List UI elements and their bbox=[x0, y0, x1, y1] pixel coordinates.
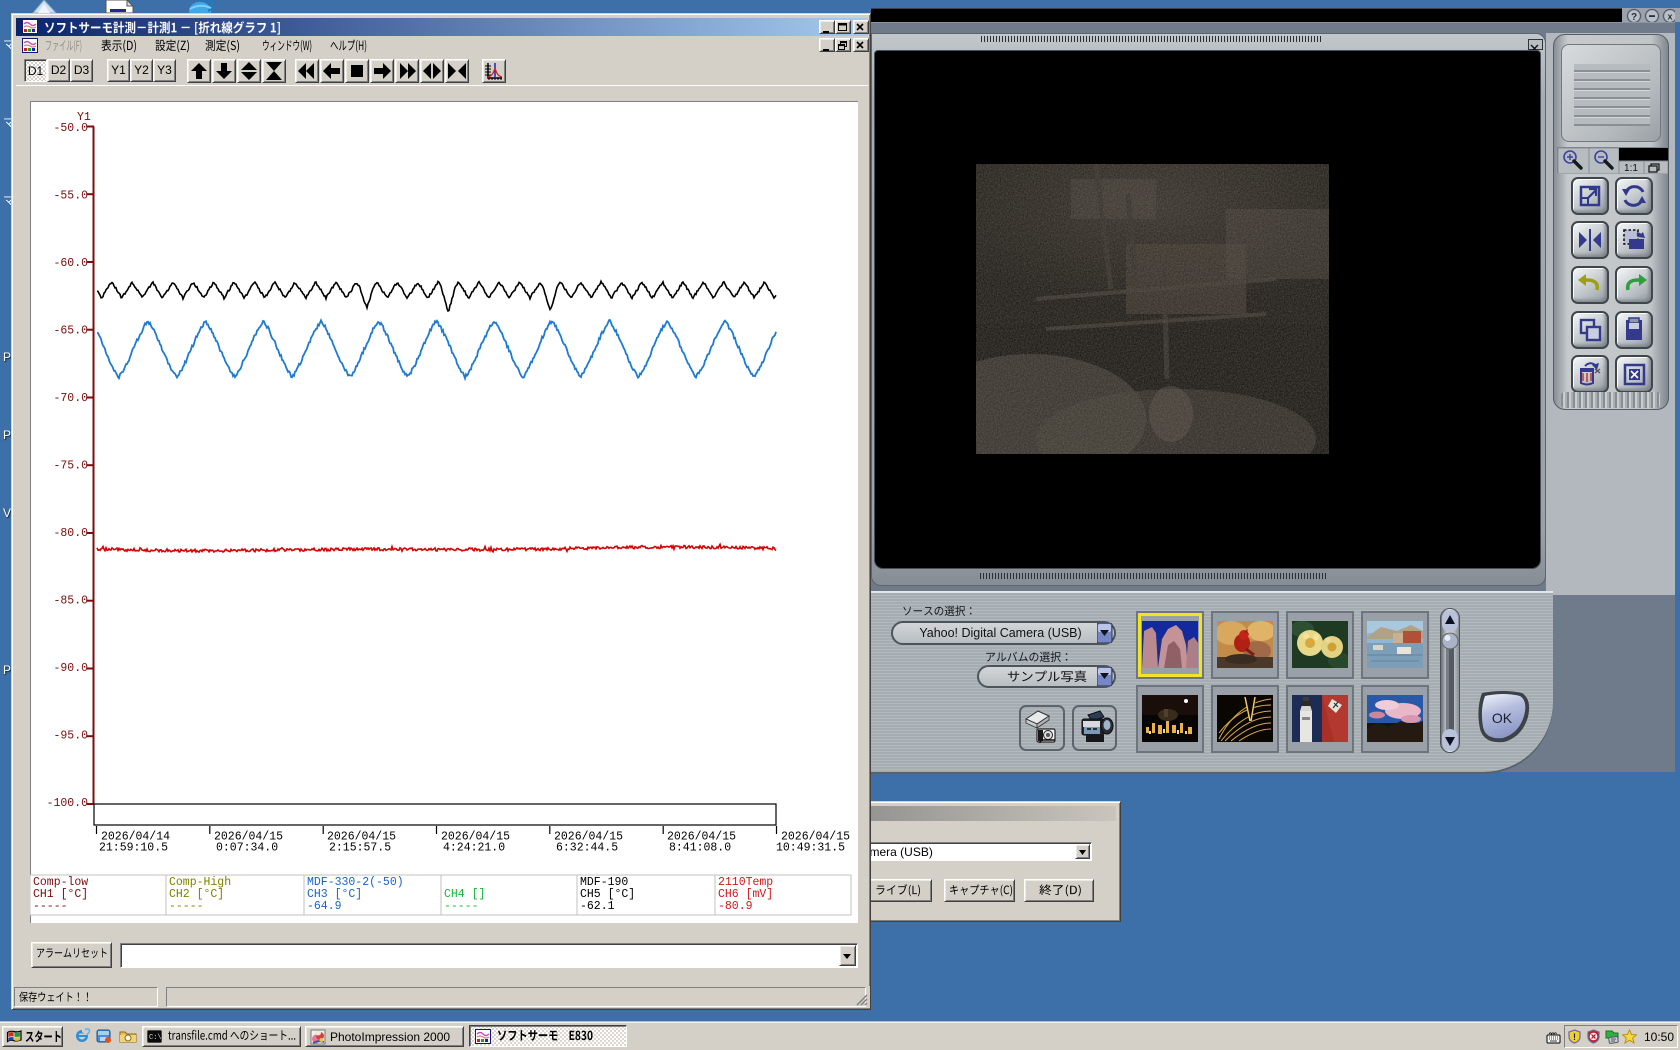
svg-text:4:24:21.0: 4:24:21.0 bbox=[443, 842, 505, 855]
svg-text:-50.0: -50.0 bbox=[53, 122, 88, 135]
svg-text:1:1: 1:1 bbox=[1624, 163, 1638, 174]
svg-text:-80.0: -80.0 bbox=[53, 527, 88, 540]
svg-text:x: x bbox=[1667, 12, 1672, 22]
svg-text:-60.0: -60.0 bbox=[53, 257, 88, 270]
svg-text:0:07:34.0: 0:07:34.0 bbox=[216, 842, 278, 855]
svg-text:-85.0: -85.0 bbox=[53, 595, 88, 608]
svg-text:-90.0: -90.0 bbox=[53, 662, 88, 675]
svg-text:-62.1: -62.1 bbox=[580, 900, 615, 913]
svg-text:OK: OK bbox=[1492, 710, 1513, 726]
svg-text:-65.0: -65.0 bbox=[53, 325, 88, 338]
svg-text:8:41:08.0: 8:41:08.0 bbox=[669, 842, 731, 855]
svg-text:10:49:31.5: 10:49:31.5 bbox=[776, 842, 845, 855]
svg-text:-70.0: -70.0 bbox=[53, 392, 88, 405]
svg-text:21:59:10.5: 21:59:10.5 bbox=[99, 842, 168, 855]
svg-text:C:\: C:\ bbox=[149, 1034, 162, 1042]
svg-text:-64.9: -64.9 bbox=[307, 900, 342, 913]
svg-text:-----: ----- bbox=[169, 900, 204, 913]
svg-text:-55.0: -55.0 bbox=[53, 190, 88, 203]
svg-text:-75.0: -75.0 bbox=[53, 460, 88, 473]
svg-text:2:15:57.5: 2:15:57.5 bbox=[329, 842, 391, 855]
svg-text:!: ! bbox=[1573, 1032, 1576, 1042]
svg-text:-----: ----- bbox=[444, 900, 479, 913]
svg-text:6:32:44.5: 6:32:44.5 bbox=[556, 842, 618, 855]
svg-text:-80.9: -80.9 bbox=[718, 900, 753, 913]
svg-text:-95.0: -95.0 bbox=[53, 730, 88, 743]
svg-text:-100.0: -100.0 bbox=[47, 797, 89, 810]
svg-text:-----: ----- bbox=[33, 900, 68, 913]
